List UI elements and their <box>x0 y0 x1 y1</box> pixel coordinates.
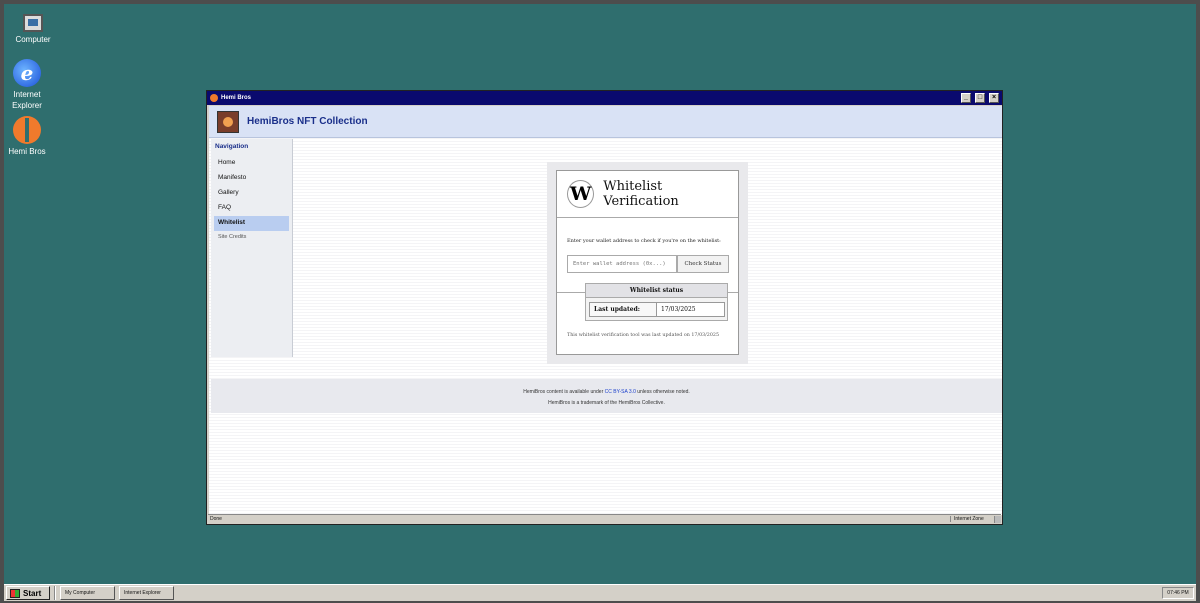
nav-item-home[interactable]: Home <box>211 156 292 171</box>
update-note: This whitelist verification tool was las… <box>567 333 719 338</box>
wallet-form: Check Status <box>567 255 729 273</box>
license-link[interactable]: CC BY-SA 3.0 <box>605 389 636 395</box>
status-text: Done <box>210 516 222 522</box>
security-zone: Internet Zone <box>950 516 994 522</box>
card-header: W Whitelist Verification <box>557 171 738 218</box>
desktop-icon-label: Hemi Bros <box>8 147 46 156</box>
nav-item-gallery[interactable]: Gallery <box>211 186 292 201</box>
last-updated-value: 17/03/2025 <box>657 302 725 317</box>
desktop-icon-computer[interactable]: Computer <box>10 10 56 45</box>
task-my-computer[interactable]: My Computer <box>60 586 115 600</box>
site-footer: HemiBros content is available under CC B… <box>211 379 1002 413</box>
taskbar-separator <box>54 586 56 600</box>
footer-text: HemiBros content is available under <box>523 389 605 395</box>
wallet-prompt: Enter your wallet address to check if yo… <box>567 238 721 244</box>
window-titlebar[interactable]: Hemi Bros _ □ × <box>207 91 1002 105</box>
hemi-bros-icon <box>13 116 41 144</box>
status-title: Whitelist status <box>586 284 727 298</box>
start-button[interactable]: Start <box>6 586 50 600</box>
nav-title: Navigation <box>215 143 249 150</box>
taskbar: Start My Computer Internet Explorer 07:4… <box>4 584 1196 601</box>
system-clock: 07:46 PM <box>1162 587 1194 599</box>
internet-explorer-icon: e <box>13 59 41 87</box>
last-updated-label: Last updated: <box>589 302 657 317</box>
site-title: HemiBros NFT Collection <box>247 116 368 127</box>
sidebar-navigation: Navigation Home Manifesto Gallery FAQ Wh… <box>211 139 293 357</box>
page-content: HemiBros NFT Collection Navigation Home … <box>209 106 1002 515</box>
status-row: Last updated: 17/03/2025 <box>589 302 725 317</box>
desktop-icon-label: Internet Explorer <box>12 90 42 110</box>
close-button[interactable]: × <box>989 93 999 103</box>
maximize-button[interactable]: □ <box>975 93 985 103</box>
check-status-button[interactable]: Check Status <box>677 255 729 273</box>
nav-item-faq[interactable]: FAQ <box>211 201 292 216</box>
hemi-bros-icon <box>210 94 218 102</box>
resize-grip-icon[interactable] <box>994 515 1001 523</box>
footer-trademark: HemiBros is a trademark of the HemiBros … <box>548 400 665 406</box>
minimize-button[interactable]: _ <box>961 93 971 103</box>
nav-item-manifesto[interactable]: Manifesto <box>211 171 292 186</box>
footer-license-line: HemiBros content is available under CC B… <box>211 387 1002 398</box>
wallet-address-input[interactable] <box>567 255 677 273</box>
nav-item-site-credits[interactable]: Site Credits <box>211 231 292 246</box>
site-logo <box>217 110 239 133</box>
windows-logo-icon <box>10 588 20 598</box>
card-title: Whitelist Verification <box>603 179 679 209</box>
desktop-icon-hemi-bros[interactable]: Hemi Bros <box>4 116 50 157</box>
nav-item-whitelist[interactable]: Whitelist <box>214 216 289 231</box>
verification-card: W Whitelist Verification Enter your wall… <box>556 170 739 355</box>
window-title: Hemi Bros <box>221 95 252 101</box>
site-header: HemiBros NFT Collection <box>209 106 1002 138</box>
w-logo-icon: W <box>567 180 595 208</box>
task-internet-explorer[interactable]: Internet Explorer <box>119 586 174 600</box>
window-statusbar: Done Internet Zone <box>208 514 1001 523</box>
computer-icon <box>23 14 43 32</box>
start-label: Start <box>23 588 42 598</box>
desktop-icon-internet-explorer[interactable]: e Internet Explorer <box>4 59 50 111</box>
desktop-icon-label: Computer <box>15 35 51 44</box>
verification-panel: W Whitelist Verification Enter your wall… <box>547 162 748 364</box>
browser-window: Hemi Bros _ □ × HemiBros NFT Collection … <box>206 90 1003 525</box>
footer-text: unless otherwise noted. <box>635 389 690 395</box>
whitelist-status-box: Whitelist status Last updated: 17/03/202… <box>585 283 728 321</box>
